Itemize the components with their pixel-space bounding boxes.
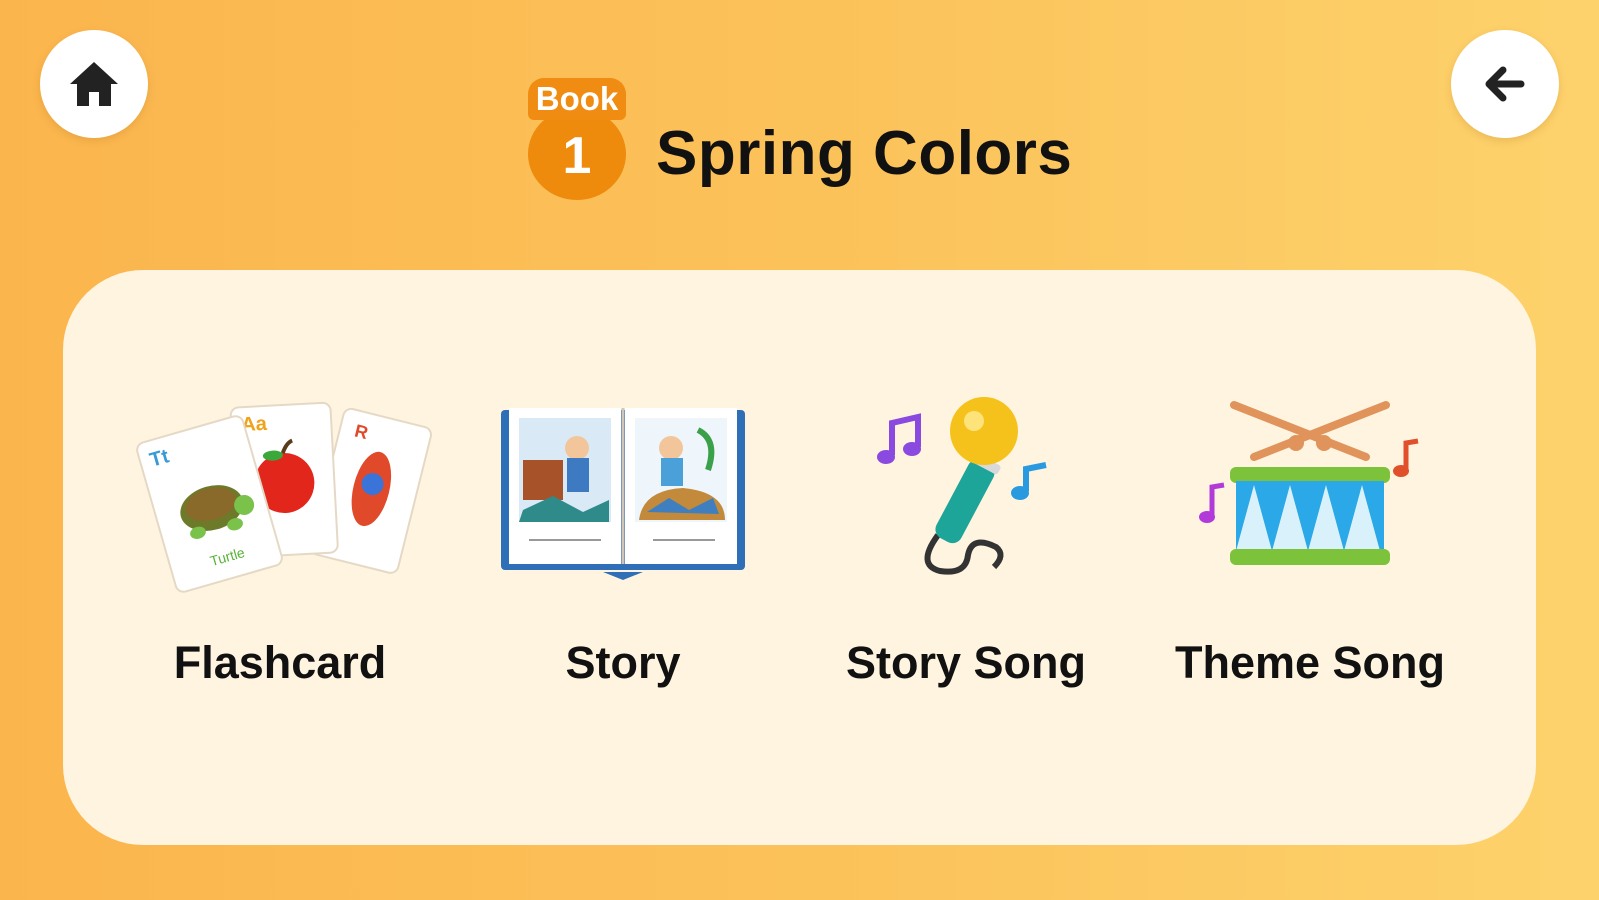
page-title: Spring Colors [656, 118, 1073, 188]
flashcard-label: Flashcard [173, 637, 387, 688]
book-badge: 1 Book [528, 78, 626, 200]
book-label: Book [528, 78, 626, 120]
home-button[interactable] [40, 30, 148, 138]
flashcard-button[interactable]: R Aa Tt Turtle Flashcard [115, 395, 445, 695]
book-number: 1 [528, 108, 626, 200]
activity-panel: R Aa Tt Turtle Flashcard Story Story Son… [63, 270, 1536, 845]
page-header: 1 Book Spring Colors [528, 78, 1072, 200]
arrow-left-icon [1485, 66, 1525, 102]
theme-song-button[interactable]: Theme Song [1145, 395, 1475, 695]
home-icon [70, 62, 118, 106]
story-song-button[interactable]: Story Song [801, 395, 1131, 695]
open-book-icon [501, 408, 745, 580]
story-button[interactable]: Story [458, 395, 788, 695]
story-song-label: Story Song [845, 637, 1086, 688]
theme-song-label: Theme Song [1174, 637, 1446, 688]
flashcards-icon: R Aa Tt Turtle [136, 401, 432, 593]
microphone-icon [877, 397, 1047, 575]
back-button[interactable] [1451, 30, 1559, 138]
story-label: Story [565, 637, 681, 688]
drum-icon [1199, 401, 1419, 565]
